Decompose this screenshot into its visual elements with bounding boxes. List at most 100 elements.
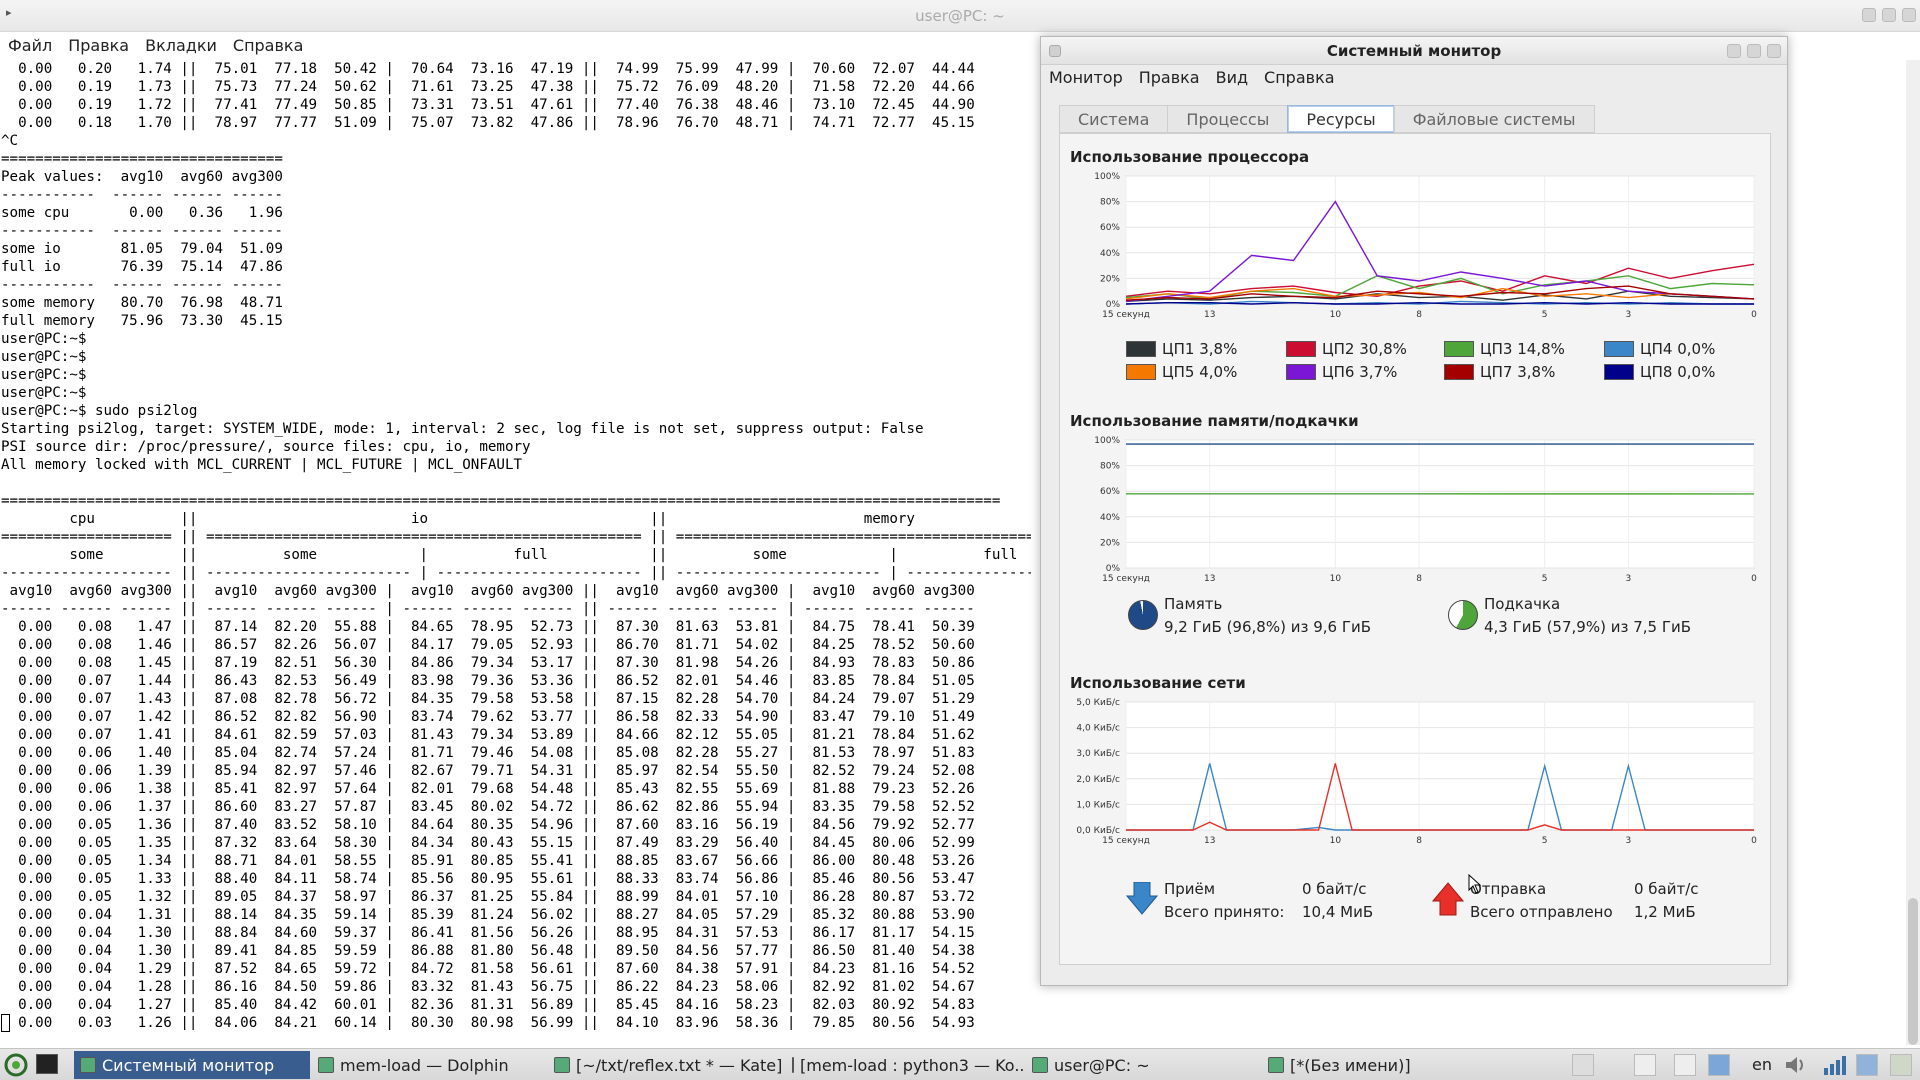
tab-filesystems[interactable]: Файловые системы (1393, 105, 1595, 133)
color-swatch[interactable] (1604, 364, 1634, 380)
network-tray-icon[interactable] (1708, 1054, 1730, 1076)
terminal-line: 0.00 0.18 1.70 || 78.97 77.77 51.09 | 75… (1, 115, 975, 131)
legend-label: ЦП6 3,7% (1322, 363, 1398, 381)
close-button[interactable] (1902, 8, 1916, 22)
terminal-scrollbar[interactable] (1906, 60, 1920, 1045)
color-swatch[interactable] (1444, 341, 1474, 357)
cpu-legend-item[interactable]: ЦП5 4,0% (1126, 363, 1237, 381)
terminal-line: some io 81.05 79.04 51.09 (1, 241, 283, 257)
menu-edit[interactable]: Правка (60, 34, 137, 58)
volume-icon[interactable] (1784, 1055, 1806, 1075)
minimize-button[interactable] (1727, 44, 1741, 58)
color-swatch[interactable] (1286, 364, 1316, 380)
taskbar-task[interactable]: [~/txt/reflex.txt * — Kate] (548, 1051, 784, 1079)
legend-label: ЦП7 3,8% (1480, 363, 1556, 381)
taskbar-task[interactable]: Системный монитор (74, 1051, 310, 1079)
swap-pie-icon (1448, 600, 1478, 630)
y-tick-label: 40% (1100, 249, 1120, 259)
terminal-line: user@PC:~$ (1, 367, 87, 383)
taskbar-task[interactable]: [*(Без имени)] (1262, 1051, 1562, 1079)
start-menu-icon[interactable] (2, 1052, 32, 1078)
terminal-line: cpu || io || memory (1, 511, 915, 527)
show-desktop-icon[interactable] (1890, 1054, 1912, 1076)
y-tick-label: 40% (1100, 513, 1120, 523)
x-tick-label: 13 (1204, 836, 1215, 846)
taskbar-task[interactable]: user@PC: ~ (1026, 1051, 1260, 1079)
terminal-line: 0.00 0.06 1.38 || 85.41 82.97 57.64 | 82… (1, 781, 975, 797)
color-swatch[interactable] (1126, 341, 1156, 357)
task-app-icon (318, 1057, 334, 1073)
taskbar-task[interactable]: mem-load — Dolphin (312, 1051, 546, 1079)
clipboard-icon[interactable] (1856, 1054, 1878, 1076)
terminal-line: 0.00 0.08 1.45 || 87.19 82.51 56.30 | 84… (1, 655, 975, 671)
menu-view[interactable]: Вид (1208, 65, 1256, 91)
terminal-line: ----------- ------ ------ ------ (1, 187, 283, 203)
terminal-line: ================================= (1, 151, 283, 167)
tab-system[interactable]: Система (1059, 105, 1169, 133)
terminal-line: All memory locked with MCL_CURRENT | MCL… (1, 457, 523, 473)
sysmon-menubar: Монитор Правка Вид Справка (1041, 65, 1343, 91)
memory-pie-icon (1128, 600, 1158, 630)
cpu-legend-item[interactable]: ЦП8 0,0% (1604, 363, 1715, 381)
y-tick-label: 0% (1106, 564, 1121, 574)
scrollbar-thumb[interactable] (1908, 898, 1918, 1045)
desktop-2-icon[interactable] (1674, 1054, 1696, 1076)
terminal-line: PSI source dir: /proc/pressure/, source … (1, 439, 531, 455)
cpu-legend-item[interactable]: ЦП7 3,8% (1444, 363, 1555, 381)
cpu-legend-item[interactable]: ЦП2 30,8% (1286, 340, 1407, 358)
terminal-line: some || some | full || some | full (1, 547, 1018, 563)
cpu-load-icon[interactable] (1822, 1054, 1848, 1076)
legend-label: ЦП2 30,8% (1322, 340, 1407, 358)
terminal-line: ----------- ------ ------ ------ (1, 223, 283, 239)
task-label: Системный монитор (102, 1055, 275, 1075)
task-label: mem-load — Dolphin (340, 1055, 509, 1075)
terminal-line: 0.00 0.19 1.73 || 75.73 77.24 50.62 | 71… (1, 79, 975, 95)
menu-help[interactable]: Справка (1256, 65, 1343, 91)
printer-icon[interactable] (1572, 1054, 1594, 1076)
cpu-legend-item[interactable]: ЦП3 14,8% (1444, 340, 1565, 358)
terminal-line: ^C (1, 133, 19, 149)
terminal-line: 0.00 0.07 1.44 || 86.43 82.53 56.49 | 83… (1, 673, 975, 689)
y-tick-label: 100% (1094, 172, 1120, 182)
terminal-cursor (1, 1014, 10, 1032)
color-swatch[interactable] (1604, 341, 1634, 357)
legend-label: ЦП8 0,0% (1640, 363, 1716, 381)
close-button[interactable] (1767, 44, 1781, 58)
cpu-legend-item[interactable]: ЦП6 3,7% (1286, 363, 1397, 381)
y-tick-label: 4,0 КиБ/с (1076, 724, 1120, 734)
color-swatch[interactable] (1444, 364, 1474, 380)
keyboard-layout[interactable]: en (1752, 1055, 1772, 1074)
x-tick-label: 8 (1416, 836, 1422, 846)
color-swatch[interactable] (1286, 341, 1316, 357)
terminal-line: user@PC:~$ sudo psi2log (1, 403, 198, 419)
network-section-title: Использование сети (1070, 674, 1246, 692)
terminal-line: 0.00 0.05 1.32 || 89.05 84.37 58.97 | 86… (1, 889, 975, 905)
menu-edit[interactable]: Правка (1131, 65, 1208, 91)
terminal-line: 0.00 0.08 1.46 || 86.57 82.26 56.07 | 84… (1, 637, 975, 653)
menu-monitor[interactable]: Монитор (1041, 65, 1131, 91)
sysmon-tabs: Система Процессы Ресурсы Файловые систем… (1059, 105, 1595, 133)
desktop-1-icon[interactable] (1634, 1054, 1656, 1076)
receive-total-label: Всего принято: (1164, 903, 1285, 921)
swap-label: Подкачка (1484, 595, 1561, 613)
tab-resources[interactable]: Ресурсы (1287, 105, 1395, 133)
cpu-legend-item[interactable]: ЦП1 3,8% (1126, 340, 1237, 358)
upload-arrow-icon (1432, 882, 1464, 916)
cpu-legend-item[interactable]: ЦП4 0,0% (1604, 340, 1715, 358)
x-tick-label: 3 (1626, 574, 1632, 584)
menu-file[interactable]: Файл (0, 34, 60, 58)
memory-svg: 100% 80% 60% 40% 20% 0%15 секунд 13 10 8 5 3 0 (1094, 436, 1757, 584)
terminal-launcher-icon[interactable] (36, 1054, 58, 1074)
minimize-button[interactable] (1862, 8, 1876, 22)
tab-processes[interactable]: Процессы (1167, 105, 1289, 133)
x-tick-label: 13 (1204, 574, 1215, 584)
maximize-button[interactable] (1747, 44, 1761, 58)
taskbar-task[interactable]: [mem-load : python3 — Ko... (786, 1051, 1024, 1079)
color-swatch[interactable] (1126, 364, 1156, 380)
maximize-button[interactable] (1882, 8, 1896, 22)
menu-help[interactable]: Справка (225, 34, 312, 58)
menu-tabs[interactable]: Вкладки (137, 34, 225, 58)
x-tick-label: 8 (1416, 310, 1422, 320)
terminal-output[interactable]: 0.00 0.20 1.74 || 75.01 77.18 50.42 | 70… (1, 60, 1031, 1030)
terminal-title: user@PC: ~ (915, 7, 1005, 25)
